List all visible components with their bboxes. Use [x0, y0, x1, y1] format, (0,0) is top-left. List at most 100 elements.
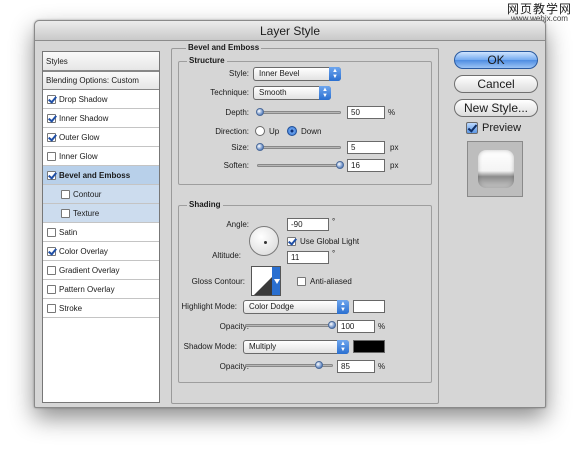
new-style-button[interactable]: New Style... — [454, 99, 538, 117]
highlight-color-swatch[interactable] — [353, 300, 385, 313]
blending-options-label: Blending Options: Custom — [46, 76, 139, 85]
soften-input[interactable]: 16 — [347, 159, 385, 172]
style-label: Style: — [228, 69, 249, 78]
soften-slider-knob[interactable] — [336, 161, 344, 169]
style-item-label: Contour — [73, 189, 102, 199]
style-item-label: Color Overlay — [59, 246, 108, 256]
shadow-opacity-slider[interactable] — [245, 361, 333, 369]
layer-style-dialog: Layer Style Styles Blending Options: Cus… — [34, 20, 546, 408]
style-item-checkbox[interactable] — [61, 208, 70, 218]
highlight-opacity-slider[interactable] — [245, 321, 336, 329]
altitude-value: 11 — [291, 253, 300, 262]
size-slider-knob[interactable] — [255, 143, 264, 151]
style-item-stroke[interactable]: Stroke — [43, 299, 159, 318]
angle-value: -90 — [291, 220, 303, 229]
title-bar[interactable]: Layer Style — [35, 21, 545, 41]
angle-input[interactable]: -90 — [287, 218, 329, 231]
style-item-checkbox[interactable] — [47, 132, 56, 142]
depth-slider-knob[interactable] — [255, 108, 264, 116]
highlight-opacity-input[interactable]: 100 — [337, 320, 375, 333]
altitude-unit: ° — [332, 249, 336, 258]
anti-aliased-label: Anti-aliased — [310, 277, 352, 286]
style-item-texture[interactable]: Texture — [43, 204, 159, 223]
style-item-checkbox[interactable] — [61, 189, 70, 199]
style-item-bevel-and-emboss[interactable]: Bevel and Emboss — [43, 166, 159, 185]
gloss-contour-label: Gloss Contour: — [191, 277, 245, 286]
blending-options[interactable]: Blending Options: Custom — [43, 71, 159, 90]
highlight-opacity-unit: % — [378, 322, 386, 331]
shadow-opacity-knob[interactable] — [315, 361, 324, 369]
style-item-pattern-overlay[interactable]: Pattern Overlay — [43, 280, 159, 299]
chevron-updown-icon: ▲ ▼ — [329, 67, 341, 81]
style-item-checkbox[interactable] — [47, 246, 56, 256]
style-item-label: Inner Glow — [59, 151, 98, 161]
direction-up-radio[interactable] — [255, 126, 265, 136]
technique-select[interactable]: Smooth ▲ ▼ — [253, 86, 331, 100]
technique-label: Technique: — [210, 88, 249, 97]
shadow-mode-select[interactable]: Multiply ▲ ▼ — [243, 340, 349, 354]
style-item-gradient-overlay[interactable]: Gradient Overlay — [43, 261, 159, 280]
styles-header-label: Styles — [46, 56, 68, 66]
depth-value: 50 — [351, 108, 360, 117]
styles-header[interactable]: Styles — [43, 52, 159, 71]
style-item-checkbox[interactable] — [47, 170, 56, 180]
preview-label: Preview — [482, 122, 522, 134]
chevron-updown-icon: ▲ ▼ — [319, 86, 331, 100]
style-item-checkbox[interactable] — [47, 113, 56, 123]
style-select-value: Inner Bevel — [259, 69, 300, 78]
highlight-opacity-knob[interactable] — [328, 321, 336, 329]
highlight-mode-select[interactable]: Color Dodge ▲ ▼ — [243, 300, 349, 314]
shadow-color-swatch[interactable] — [353, 340, 385, 353]
style-item-checkbox[interactable] — [47, 284, 56, 294]
style-item-label: Inner Shadow — [59, 113, 109, 123]
style-item-color-overlay[interactable]: Color Overlay — [43, 242, 159, 261]
depth-label: Depth: — [225, 108, 249, 117]
depth-unit: % — [388, 108, 396, 117]
shadow-opacity-input[interactable]: 85 — [337, 360, 375, 373]
style-item-outer-glow[interactable]: Outer Glow — [43, 128, 159, 147]
style-item-label: Outer Glow — [59, 132, 100, 142]
gloss-contour-picker[interactable] — [251, 266, 281, 296]
soften-label: Soften: — [223, 161, 249, 170]
style-item-checkbox[interactable] — [47, 303, 56, 313]
size-unit: px — [390, 143, 399, 152]
angle-unit: ° — [332, 217, 336, 226]
style-item-label: Texture — [73, 208, 100, 218]
ok-button[interactable]: OK — [454, 51, 538, 69]
style-item-inner-glow[interactable]: Inner Glow — [43, 147, 159, 166]
anti-aliased-checkbox[interactable] — [297, 277, 306, 286]
style-item-checkbox[interactable] — [47, 151, 56, 161]
cancel-button[interactable]: Cancel — [454, 75, 538, 93]
style-item-label: Drop Shadow — [59, 94, 108, 104]
depth-input[interactable]: 50 — [347, 106, 385, 119]
highlight-mode-label: Highlight Mode: — [181, 302, 237, 311]
altitude-input[interactable]: 11 — [287, 251, 329, 264]
size-slider[interactable] — [255, 143, 341, 151]
soften-slider[interactable] — [257, 161, 344, 169]
style-item-satin[interactable]: Satin — [43, 223, 159, 242]
direction-down-radio[interactable] — [287, 126, 297, 136]
style-item-checkbox[interactable] — [47, 94, 56, 104]
style-item-contour[interactable]: Contour — [43, 185, 159, 204]
new-style-button-label: New Style... — [463, 101, 529, 115]
ok-button-label: OK — [487, 53, 505, 67]
size-input[interactable]: 5 — [347, 141, 385, 154]
style-select[interactable]: Inner Bevel ▲ ▼ — [253, 67, 341, 81]
size-label: Size: — [231, 143, 249, 152]
technique-select-value: Smooth — [259, 88, 287, 97]
depth-slider[interactable] — [255, 108, 341, 116]
style-item-checkbox[interactable] — [47, 265, 56, 275]
style-item-checkbox[interactable] — [47, 227, 56, 237]
preview-shape — [478, 150, 514, 188]
direction-up-label: Up — [269, 127, 280, 136]
style-item-label: Satin — [59, 227, 78, 237]
size-value: 5 — [351, 143, 356, 152]
style-item-inner-shadow[interactable]: Inner Shadow — [43, 109, 159, 128]
angle-dial[interactable] — [249, 226, 279, 256]
shading-group: Shading Angle: -90 ° Use Global Light Al… — [178, 200, 432, 383]
use-global-light-checkbox[interactable] — [287, 237, 296, 246]
style-item-drop-shadow[interactable]: Drop Shadow — [43, 90, 159, 109]
shadow-opacity-unit: % — [378, 362, 386, 371]
preview-checkbox[interactable] — [466, 122, 478, 134]
structure-group: Structure Style: Inner Bevel ▲ ▼ Techniqu… — [178, 56, 432, 185]
